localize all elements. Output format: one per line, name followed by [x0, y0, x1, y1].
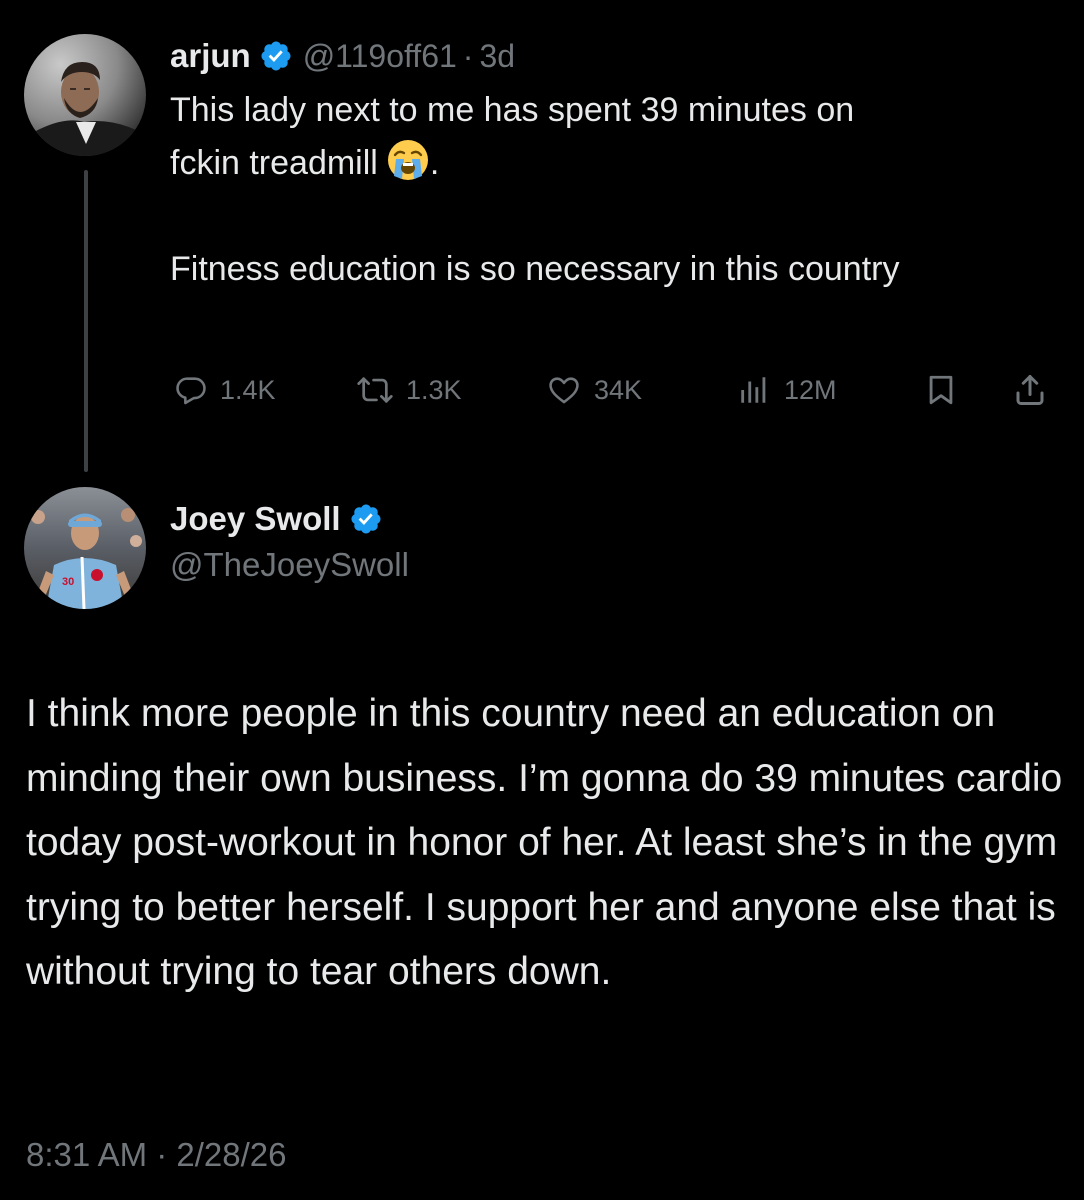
loudly-crying-face-emoji-icon [386, 138, 430, 182]
avatar-arjun[interactable] [24, 34, 146, 156]
reply-button[interactable]: 1.4K [174, 365, 276, 415]
verified-badge-icon [349, 502, 383, 536]
tweet-text-line2: fckin treadmill [170, 144, 378, 182]
like-icon [546, 373, 582, 407]
tweet-text-paragraph2: Fitness education is so necessary in thi… [170, 250, 900, 288]
bookmark-icon [924, 372, 958, 408]
repost-button[interactable]: 1.3K [356, 365, 462, 415]
reply-tweet-text: I think more people in this country need… [26, 692, 1063, 993]
reply-tweet-header: Joey Swoll @TheJoeySwoll [170, 500, 409, 584]
bookmark-button[interactable] [924, 365, 958, 415]
thread-connector-line [84, 170, 88, 472]
reply-count: 1.4K [220, 374, 276, 405]
reply-author-handle[interactable]: @TheJoeySwoll [170, 546, 409, 584]
author-name[interactable]: arjun [170, 37, 251, 75]
repost-count: 1.3K [406, 374, 462, 405]
views-icon [736, 373, 772, 407]
tweet-text-line1: This lady next to me has spent 39 minute… [170, 91, 855, 129]
like-button[interactable]: 34K [546, 365, 642, 415]
avatar-joey-swoll[interactable]: 30 [24, 487, 146, 609]
tweet-action-bar: 1.4K 1.3K 34K 12M [170, 365, 1054, 415]
author-handle[interactable]: @119off61 [303, 38, 457, 75]
verified-badge-icon [259, 39, 293, 73]
svg-text:30: 30 [62, 576, 74, 588]
original-tweet-header: arjun @119off61 · 3d [170, 34, 515, 78]
like-count: 34K [594, 374, 643, 405]
share-button[interactable] [1012, 365, 1048, 415]
separator-dot: · [462, 37, 474, 74]
reply-timestamp[interactable]: 8:31 AM · 2/28/26 [26, 1136, 287, 1174]
repost-icon [356, 373, 394, 407]
reply-icon [174, 373, 208, 407]
views-count: 12M [784, 374, 837, 405]
tweet-age[interactable]: 3d [479, 38, 515, 75]
original-tweet-text: This lady next to me has spent 39 minute… [170, 84, 1050, 296]
views-button[interactable]: 12M [736, 365, 837, 415]
reply-author-name[interactable]: Joey Swoll [170, 500, 341, 538]
tweet-text-line2-end: . [429, 144, 440, 182]
share-icon [1012, 372, 1048, 408]
